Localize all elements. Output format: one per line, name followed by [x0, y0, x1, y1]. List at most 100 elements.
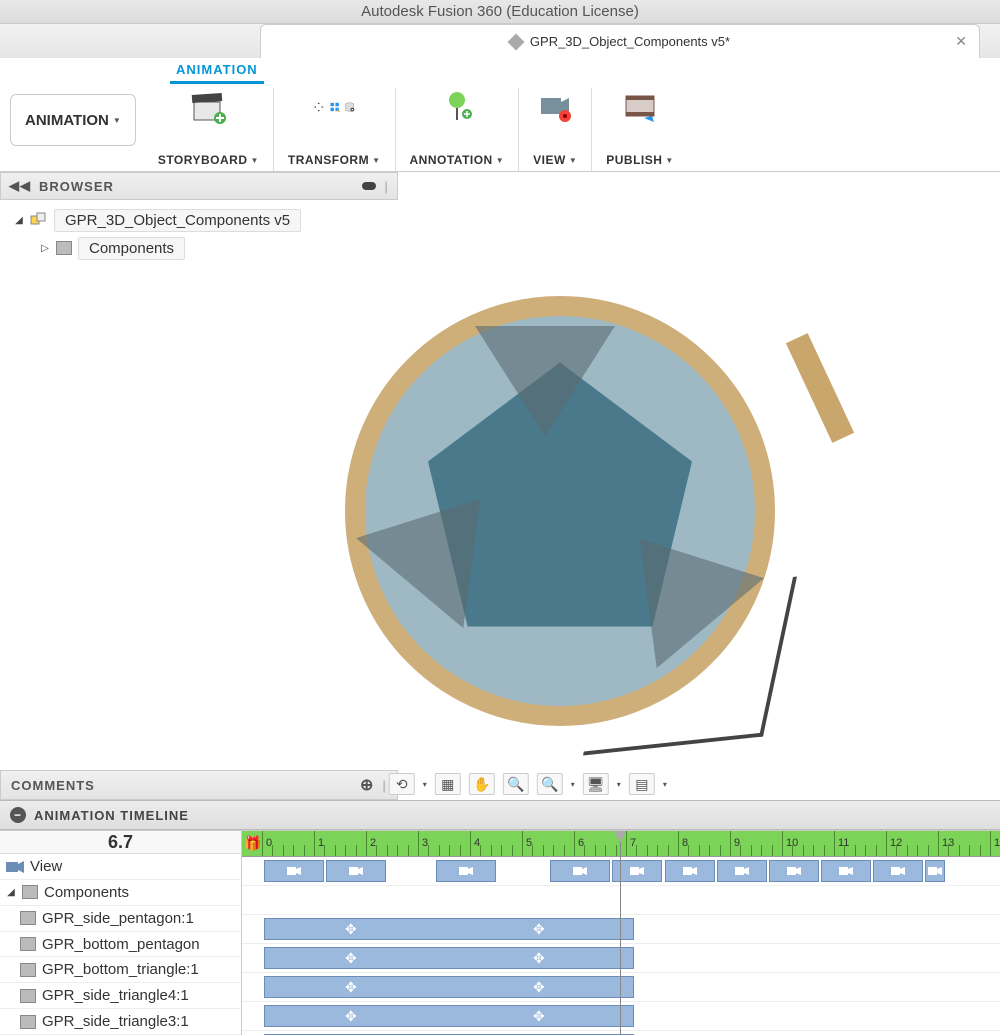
annotation-label: ANNOTATION — [410, 153, 493, 167]
view-button[interactable] — [534, 88, 576, 126]
tab-title: GPR_3D_Object_Components v5* — [530, 34, 730, 49]
tree-root[interactable]: ◢ GPR_3D_Object_Components v5 — [4, 206, 394, 234]
collapse-icon[interactable]: ◀◀ — [9, 178, 31, 194]
file-menu[interactable]: ▼ — [38, 31, 68, 51]
timeline-components-clips — [242, 886, 1000, 915]
show-hide-icon[interactable] — [344, 92, 355, 122]
undo-button[interactable]: ▼ — [128, 33, 156, 49]
comments-panel-header[interactable]: COMMENTS ⊕ | — [0, 770, 398, 800]
timeline-track-list: 6.7 View ◢ Components GPR_side_pentagon:… — [0, 831, 242, 1035]
storyboard-label: STORYBOARD — [158, 153, 248, 167]
timeline-view-clip[interactable] — [717, 860, 767, 882]
timeline-view-clip[interactable] — [821, 860, 871, 882]
timeline-component-label: GPR_bottom_pentagon — [42, 936, 200, 953]
timeline-view-clip[interactable] — [436, 860, 496, 882]
timeline-playhead[interactable] — [620, 831, 621, 1035]
timeline-component-row[interactable]: GPR_bottom_triangle:1 — [0, 957, 241, 983]
zoom-button[interactable]: 🔍 — [503, 773, 529, 795]
animation-timeline: 6.7 View ◢ Components GPR_side_pentagon:… — [0, 830, 1000, 1035]
timeline-view-clip[interactable] — [873, 860, 923, 882]
look-at-button[interactable]: ▦ — [435, 773, 461, 795]
collapse-triangle-icon[interactable]: ◢ — [6, 887, 16, 898]
timeline-action-clip[interactable]: ✥✥ — [264, 947, 634, 969]
orbit-button[interactable]: ⟲ — [389, 773, 415, 795]
timeline-view-clip[interactable] — [550, 860, 610, 882]
publish-button[interactable] — [619, 88, 661, 126]
title-bar: Autodesk Fusion 360 (Education License) — [0, 0, 1000, 24]
data-panel-button[interactable] — [8, 33, 24, 49]
divider-icon: | — [384, 179, 389, 194]
collapse-triangle-icon[interactable]: ◢ — [14, 215, 24, 226]
timeline-current-time: 6.7 — [0, 831, 241, 854]
timeline-action-clip[interactable]: ✥✥ — [264, 976, 634, 998]
workspace-switcher[interactable]: ANIMATION ▼ — [10, 94, 136, 146]
chevron-down-icon: ▼ — [148, 36, 156, 45]
timeline-header: − ANIMATION TIMELINE — [0, 800, 1000, 830]
timeline-title: ANIMATION TIMELINE — [34, 808, 189, 823]
timeline-clip-row: ✥✥ — [242, 1002, 1000, 1031]
zoom-window-button[interactable]: 🔍 — [537, 773, 563, 795]
pan-button[interactable]: ✋ — [469, 773, 495, 795]
clapperboard-icon — [190, 90, 226, 124]
chevron-down-icon: ▼ — [60, 36, 68, 45]
assembly-icon — [30, 212, 48, 228]
grid-settings-button[interactable]: ▤ — [629, 773, 655, 795]
annotation-button[interactable] — [436, 88, 478, 126]
timeline-view-clip[interactable] — [326, 860, 386, 882]
workarea: ◀◀ BROWSER | ◢ GPR_3D_Object_Components … — [0, 172, 1000, 800]
chevron-down-icon: ▼ — [113, 116, 121, 125]
model-preview — [335, 286, 785, 736]
timeline-clip-row: ✥✥ — [242, 973, 1000, 1002]
timeline-clip-row: ✥✥ — [242, 944, 1000, 973]
divider-icon: | — [382, 778, 387, 793]
comments-title: COMMENTS — [11, 778, 95, 793]
chevron-down-icon: ▾ — [423, 780, 427, 789]
start-marker-icon[interactable]: 🎁 — [244, 835, 261, 852]
document-tab[interactable]: GPR_3D_Object_Components v5* ✕ — [260, 24, 980, 58]
timeline-component-row[interactable]: GPR_side_triangle3:1 — [0, 1009, 241, 1035]
display-settings-button[interactable]: 🖥 — [583, 773, 609, 795]
workspace-label: ANIMATION — [25, 112, 109, 129]
browser-title: BROWSER — [39, 179, 114, 194]
close-tab-button[interactable]: ✕ — [955, 33, 967, 50]
timeline-action-clip[interactable]: ✥✥ — [264, 1005, 634, 1027]
redo-button[interactable]: ▼ — [170, 33, 198, 49]
timeline-action-clip[interactable]: ✥✥ — [264, 918, 634, 940]
timeline-components-track[interactable]: ◢ Components — [0, 880, 241, 906]
camera-icon — [6, 860, 24, 874]
chevron-down-icon: ▾ — [617, 780, 621, 789]
timeline-view-clip[interactable] — [665, 860, 715, 882]
ribbon-tab-animation[interactable]: ANIMATION — [170, 58, 264, 84]
timeline-view-clip[interactable] — [264, 860, 324, 882]
storyboard-button[interactable] — [187, 88, 229, 126]
timeline-clip-row: ✥✥ — [242, 915, 1000, 944]
chevron-down-icon: ▼ — [190, 36, 198, 45]
chevron-down-icon: ▼ — [372, 156, 380, 165]
collapse-timeline-button[interactable]: − — [10, 807, 26, 823]
timeline-component-row[interactable]: GPR_bottom_pentagon — [0, 932, 241, 958]
save-button[interactable] — [82, 32, 100, 50]
save-icon — [82, 32, 100, 50]
tree-child[interactable]: ▷ Components — [4, 234, 394, 262]
timeline-view-clip[interactable] — [925, 860, 945, 882]
filmstrip-icon — [622, 90, 658, 124]
tree-root-label: GPR_3D_Object_Components v5 — [54, 209, 301, 232]
timeline-component-row[interactable]: GPR_side_pentagon:1 — [0, 906, 241, 932]
add-icon[interactable]: ⊕ — [360, 775, 374, 795]
timeline-component-label: GPR_bottom_triangle:1 — [42, 961, 199, 978]
move-icon[interactable] — [313, 92, 324, 122]
expand-triangle-icon[interactable]: ▷ — [40, 243, 50, 254]
toggle-icon[interactable] — [362, 182, 376, 190]
view-label: VIEW — [533, 153, 566, 167]
timeline-tracks[interactable]: 🎁 01234567891011121314 ✥✥ ✥✥ ✥✥ ✥✥ ✥✥ — [242, 831, 1000, 1035]
app-title: Autodesk Fusion 360 (Education License) — [361, 3, 639, 20]
timeline-view-clip[interactable] — [769, 860, 819, 882]
browser-panel: ◀◀ BROWSER | ◢ GPR_3D_Object_Components … — [0, 172, 398, 270]
explode-icon[interactable] — [329, 92, 340, 122]
body-icon — [20, 1015, 36, 1029]
ribbon-group-publish: PUBLISH▼ — [592, 88, 688, 171]
timeline-component-label: GPR_side_triangle4:1 — [42, 987, 189, 1004]
grid-icon — [8, 33, 24, 49]
timeline-view-track[interactable]: View — [0, 854, 241, 880]
timeline-component-row[interactable]: GPR_side_triangle4:1 — [0, 983, 241, 1009]
